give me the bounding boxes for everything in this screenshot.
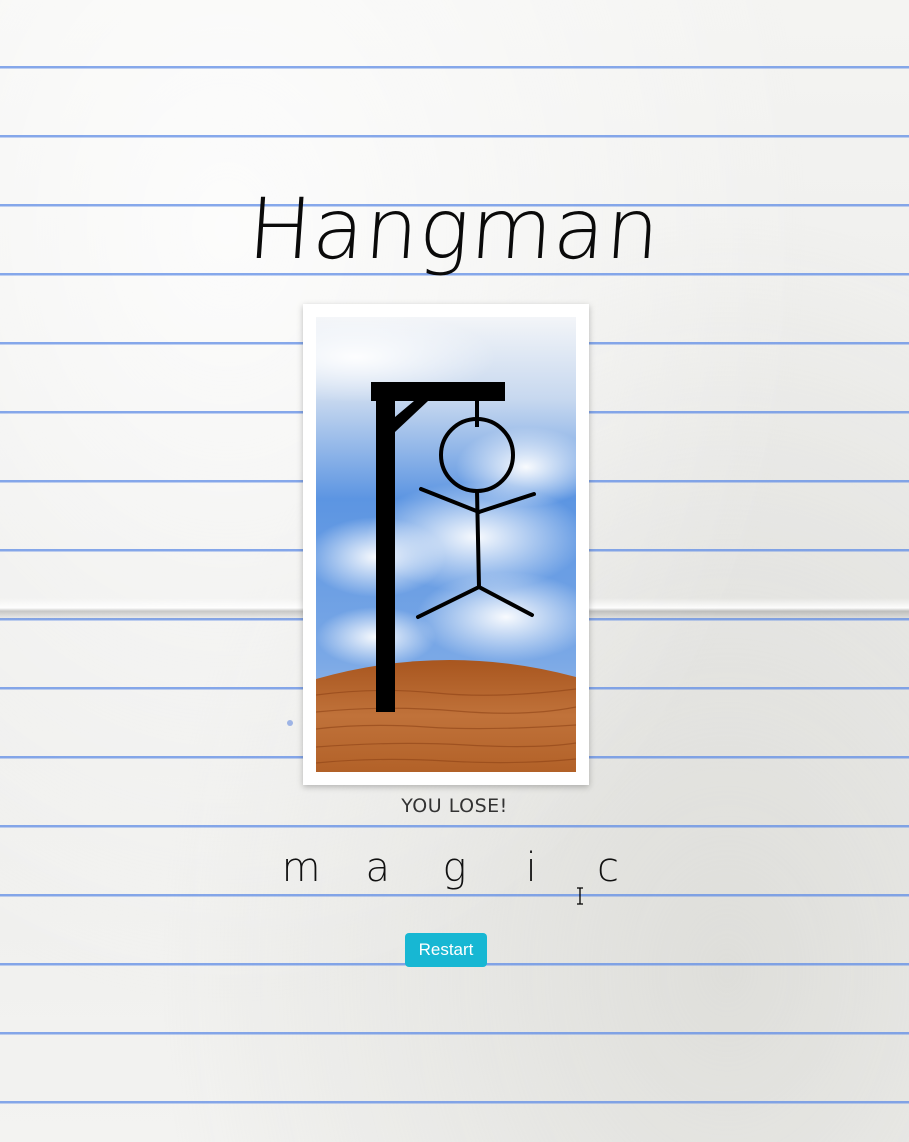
restart-button[interactable]: Restart <box>405 933 487 967</box>
word-letter: i <box>525 845 537 891</box>
word-letter: c <box>596 845 619 891</box>
game-status: YOU LOSE! <box>401 795 508 817</box>
hangman-frame <box>303 304 589 785</box>
figure-body <box>475 489 481 589</box>
word-letter: m <box>281 845 321 891</box>
word-display: m a g i c <box>0 845 909 891</box>
hangman-scene <box>316 317 576 772</box>
paper-speck <box>287 720 293 726</box>
word-letter: g <box>442 845 467 891</box>
word-letter: a <box>365 845 391 891</box>
text-cursor-icon <box>577 887 583 905</box>
hangman-drawing <box>316 317 576 772</box>
page-title: Hangman <box>245 180 664 278</box>
ground <box>316 659 576 772</box>
